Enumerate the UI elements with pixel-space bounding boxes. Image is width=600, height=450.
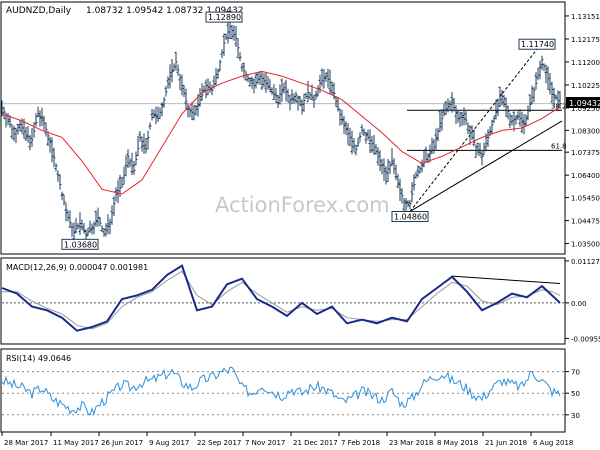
macd-y-tick-label: -0.009559	[571, 335, 600, 343]
price-y-tick-label: 1.07375	[571, 149, 600, 157]
x-tick-label: 7 Nov 2017	[245, 439, 285, 447]
fib-level-label: 38.2	[551, 102, 567, 110]
x-tick-label: 22 Sep 2017	[197, 439, 241, 447]
price-y-tick-label: 1.11200	[571, 59, 600, 67]
price-y-tick-label: 1.06400	[571, 172, 600, 180]
x-tick-label: 6 Aug 2018	[533, 439, 573, 447]
macd-title: MACD(12,26,9) 0.000047 0.001981	[6, 263, 148, 272]
chart: AUDNZD,Daily 1.08732 1.09542 1.08732 1.0…	[0, 0, 600, 450]
price-y-tick-label: 1.12175	[571, 36, 600, 44]
price-y-tick-label: 1.13151	[571, 13, 600, 21]
rsi-title: RSI(14) 49.0646	[6, 354, 71, 363]
x-tick-label: 23 Mar 2018	[389, 439, 433, 447]
rsi-y-tick-label: 30	[571, 412, 580, 420]
x-tick-label: 28 Mar 2017	[4, 439, 48, 447]
price-annotation-label: 1.12890	[208, 13, 241, 22]
rsi-y-tick-label: 50	[571, 390, 580, 398]
fib-level-label: 61.8	[551, 142, 567, 150]
watermark: ActionForex.com	[215, 193, 390, 217]
price-annotation-label: 1.04860	[394, 212, 427, 221]
price-title: AUDNZD,Daily	[6, 6, 72, 16]
macd-y-tick-label: 0.00	[571, 300, 587, 308]
x-tick-label: 21 Dec 2017	[293, 439, 338, 447]
price-y-tick-label: 1.03500	[571, 241, 600, 249]
x-tick-label: 26 Jun 2017	[101, 439, 143, 447]
price-y-tick-label: 1.05450	[571, 195, 600, 203]
last-price-tag: 1.09432	[566, 97, 600, 108]
x-tick-label: 11 May 2017	[53, 439, 99, 447]
price-y-tick-label: 1.10225	[571, 82, 600, 90]
price-annotation-label: 1.03680	[64, 240, 97, 249]
price-annotation-label: 1.11740	[521, 40, 554, 49]
price-y-tick-label: 1.04475	[571, 218, 600, 226]
last-price-label: 1.09432	[569, 99, 600, 108]
price-y-tick-label: 1.08300	[571, 127, 600, 135]
x-tick-label: 21 Jun 2018	[485, 439, 527, 447]
x-tick-label: 8 May 2018	[437, 439, 478, 447]
rsi-y-tick-label: 70	[571, 369, 580, 377]
x-tick-label: 7 Feb 2018	[341, 439, 380, 447]
macd-y-tick-label: 0.011279	[571, 258, 600, 266]
x-tick-label: 9 Aug 2017	[149, 439, 189, 447]
